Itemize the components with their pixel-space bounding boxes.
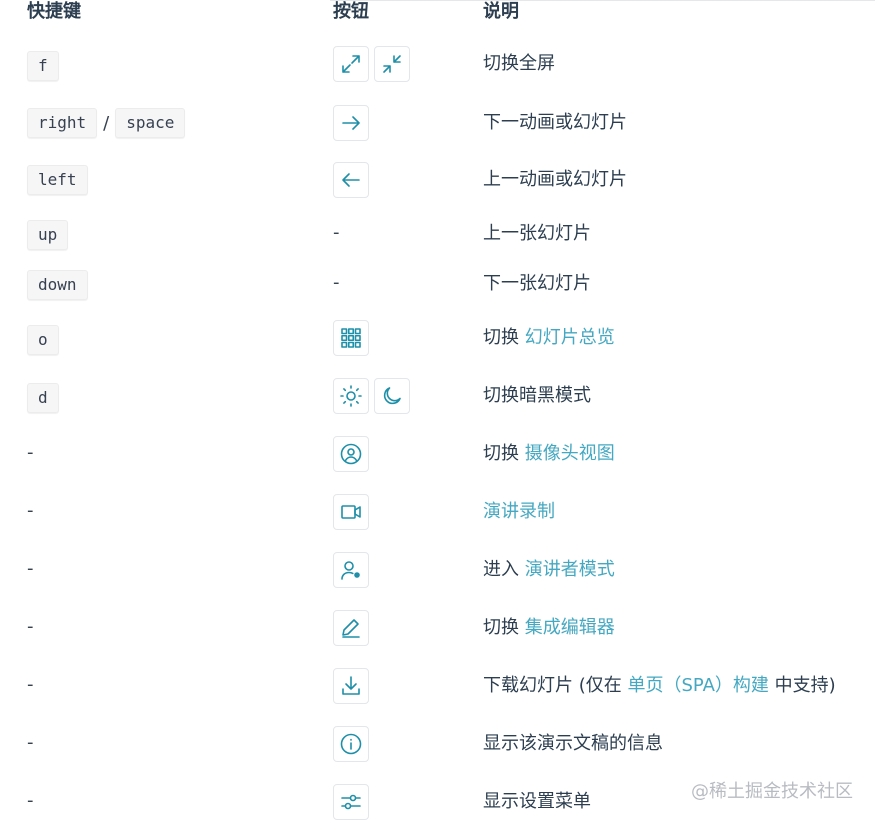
row-description: 切换 集成编辑器 [483, 616, 615, 640]
row-description: 切换暗黑模式 [483, 385, 591, 406]
download-icon [342, 676, 360, 695]
watermark: @稀土掘金技术社区 [691, 781, 853, 802]
light-mode-button[interactable] [333, 378, 369, 414]
camera-view-link[interactable]: 摄像头视图 [525, 443, 615, 464]
no-key-dash: - [27, 500, 34, 521]
kbd-key: down [27, 270, 88, 300]
arrow-left-icon [342, 173, 360, 187]
row-description: 下一动画或幻灯片 [483, 112, 627, 133]
desc-text: 中支持) [768, 675, 836, 696]
row-description: 上一动画或幻灯片 [483, 169, 627, 190]
no-key-dash: - [27, 558, 34, 579]
editor-link[interactable]: 集成编辑器 [525, 617, 615, 638]
expand-icon [342, 55, 360, 73]
no-key-dash: - [27, 790, 34, 811]
overview-link[interactable]: 幻灯片总览 [525, 327, 615, 348]
settings-button[interactable] [333, 784, 369, 820]
desc-text: 切换 [483, 617, 525, 638]
kbd-key: left [27, 165, 88, 195]
overview-button[interactable] [333, 320, 369, 356]
kbd-key: d [27, 383, 59, 413]
grid-icon [341, 328, 361, 348]
header-shortcut: 快捷键 [27, 1, 81, 22]
desc-text: 切换 [483, 443, 525, 464]
desc-text: 切换 [483, 327, 525, 348]
header-divider [330, 0, 875, 1]
no-key-dash: - [27, 442, 34, 463]
video-icon [341, 505, 361, 519]
row-description: 切换全屏 [483, 53, 555, 74]
arrow-right-icon [342, 116, 360, 130]
row-description: 显示设置菜单 [483, 791, 591, 812]
desc-text: 进入 [483, 559, 525, 580]
header-button: 按钮 [333, 1, 369, 22]
key-separator: / [103, 112, 110, 134]
row-description: 下一张幻灯片 [483, 273, 591, 294]
row-description: 切换 幻灯片总览 [483, 326, 615, 350]
presenter-mode-link[interactable]: 演讲者模式 [525, 559, 615, 580]
header-description: 说明 [483, 1, 519, 22]
kbd-key: up [27, 220, 69, 250]
camera-view-button[interactable] [333, 436, 369, 472]
recording-link[interactable]: 演讲录制 [483, 501, 555, 522]
prev-button[interactable] [333, 162, 369, 198]
row-description: 上一张幻灯片 [483, 223, 591, 244]
download-button[interactable] [333, 668, 369, 704]
moon-icon [383, 387, 401, 405]
spa-build-link[interactable]: 单页（SPA）构建 [627, 675, 768, 696]
exit-fullscreen-button[interactable] [374, 46, 410, 82]
settings-sliders-icon [341, 794, 361, 810]
toggle-fullscreen-button[interactable] [333, 46, 369, 82]
presenter-icon [341, 561, 360, 580]
collapse-icon [383, 55, 401, 73]
no-key-dash: - [27, 674, 34, 695]
no-button-dash: - [333, 222, 340, 243]
row-description: 显示该演示文稿的信息 [483, 733, 663, 754]
no-button-dash: - [333, 272, 340, 293]
desc-text: 下载幻灯片 (仅在 [483, 675, 628, 696]
recording-button[interactable] [333, 494, 369, 530]
row-description: 切换 摄像头视图 [483, 442, 615, 466]
presenter-mode-button[interactable] [333, 552, 369, 588]
dark-mode-button[interactable] [374, 378, 410, 414]
kbd-key: space [115, 108, 186, 138]
info-button[interactable] [333, 726, 369, 762]
kbd-key: o [27, 325, 59, 355]
no-key-dash: - [27, 732, 34, 753]
user-circle-icon [340, 443, 362, 465]
row-description: 演讲录制 [483, 500, 555, 524]
edit-icon [342, 619, 360, 638]
info-icon [340, 733, 362, 755]
kbd-key: f [27, 51, 59, 81]
next-button[interactable] [333, 105, 369, 141]
editor-button[interactable] [333, 610, 369, 646]
row-description: 下载幻灯片 (仅在 单页（SPA）构建 中支持) [483, 674, 836, 698]
kbd-key: right [27, 108, 98, 138]
sun-icon [340, 385, 362, 407]
no-key-dash: - [27, 616, 34, 637]
row-description: 进入 演讲者模式 [483, 558, 615, 582]
